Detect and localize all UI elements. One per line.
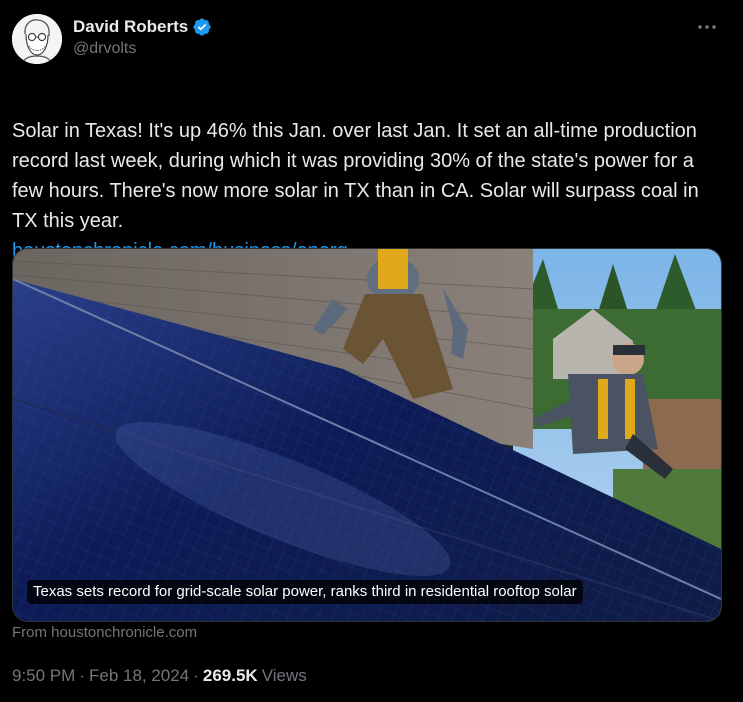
tweet-container: David Roberts @drvolts Solar in Texas! I… xyxy=(0,0,743,702)
views-label: Views xyxy=(261,666,307,685)
tweet-header: David Roberts @drvolts xyxy=(12,14,731,66)
solar-panel-photo xyxy=(13,249,721,621)
verified-badge-icon[interactable] xyxy=(192,17,212,37)
author-block: David Roberts @drvolts xyxy=(73,16,212,58)
name-row: David Roberts xyxy=(73,16,212,38)
tweet-text: Solar in Texas! It's up 46% this Jan. ov… xyxy=(12,120,699,232)
tweet-time[interactable]: 9:50 PM xyxy=(12,666,75,686)
card-headline[interactable]: Texas sets record for grid-scale solar p… xyxy=(27,580,583,604)
avatar-portrait-icon xyxy=(12,14,62,64)
card-source[interactable]: From houstonchronicle.com xyxy=(12,624,197,641)
more-options-icon[interactable] xyxy=(695,18,719,36)
link-preview-card[interactable]: Texas sets record for grid-scale solar p… xyxy=(12,248,722,622)
meta-separator: · xyxy=(79,666,85,685)
tweet-date[interactable]: Feb 18, 2024 xyxy=(89,666,189,686)
avatar[interactable] xyxy=(12,14,62,64)
views-count: 269.5K xyxy=(202,666,258,685)
author-handle[interactable]: @drvolts xyxy=(73,40,212,58)
display-name[interactable]: David Roberts xyxy=(73,17,188,37)
meta-separator: · xyxy=(193,666,199,685)
tweet-meta: 9:50 PM · Feb 18, 2024 · 269.5K Views xyxy=(12,666,307,686)
